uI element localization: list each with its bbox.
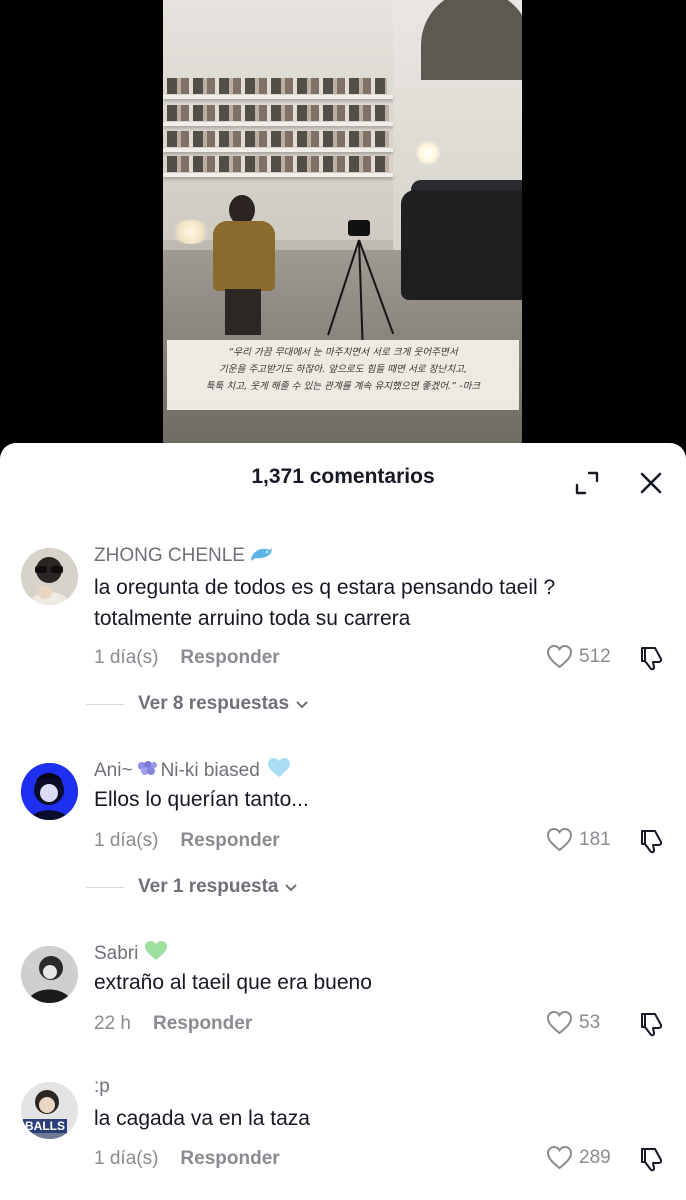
comments-header: 1,371 comentarios bbox=[0, 443, 686, 515]
like-count: 512 bbox=[579, 645, 611, 667]
video-caption: “우리 가끔 무대에서 눈 마주치면서 서로 크게 웃어주면서 기운을 주고받기… bbox=[167, 340, 519, 410]
dislike-icon[interactable] bbox=[637, 827, 665, 855]
comment-time: 1 día(s) bbox=[94, 830, 159, 851]
comment-time: 22 h bbox=[94, 1013, 131, 1034]
like-count: 181 bbox=[579, 828, 611, 850]
username-text[interactable]: ZHONG CHENLE bbox=[94, 545, 245, 566]
reply-button[interactable]: Responder bbox=[153, 1013, 252, 1034]
video-photo-frames bbox=[167, 131, 389, 147]
like-button[interactable]: 512 bbox=[546, 644, 611, 669]
username-text[interactable]: :p bbox=[94, 1076, 110, 1097]
video-sofa bbox=[401, 190, 522, 300]
close-icon[interactable] bbox=[638, 470, 664, 496]
video-tripod bbox=[327, 220, 395, 340]
like-count: 289 bbox=[579, 1146, 611, 1168]
comment-username[interactable]: Sabri bbox=[94, 940, 168, 967]
video-shelf bbox=[163, 122, 393, 126]
light-blue-heart-icon bbox=[267, 757, 291, 784]
chevron-down-icon bbox=[296, 701, 308, 709]
avatar-text: BALLS bbox=[23, 1119, 67, 1133]
grapes-icon bbox=[135, 759, 159, 785]
comment-text: Ellos lo querían tanto... bbox=[94, 788, 309, 811]
username-text[interactable]: Sabri bbox=[94, 943, 138, 964]
avatar[interactable] bbox=[21, 548, 78, 605]
replies-divider bbox=[86, 886, 124, 888]
avatar[interactable]: BALLS bbox=[21, 1082, 78, 1139]
chevron-down-icon bbox=[285, 884, 298, 892]
like-button[interactable]: 289 bbox=[546, 1145, 611, 1170]
reply-button[interactable]: Responder bbox=[180, 647, 279, 668]
heart-icon[interactable] bbox=[546, 827, 573, 852]
video-frame[interactable]: “우리 가끔 무대에서 눈 마주치면서 서로 크게 웃어주면서 기운을 주고받기… bbox=[163, 0, 522, 445]
comment-text: extraño al taeil que era bueno bbox=[94, 971, 372, 994]
green-heart-icon bbox=[144, 940, 168, 967]
dislike-icon[interactable] bbox=[637, 1010, 665, 1038]
heart-icon[interactable] bbox=[546, 1145, 573, 1170]
view-replies-label[interactable]: Ver 8 respuestas bbox=[138, 693, 289, 715]
video-shelf bbox=[163, 95, 393, 99]
comment-text: la oregunta de todos es q estara pensand… bbox=[94, 576, 556, 630]
comment-time: 1 día(s) bbox=[94, 647, 159, 668]
caption-line: “우리 가끔 무대에서 눈 마주치면서 서로 크게 웃어주면서 bbox=[228, 347, 458, 358]
video-archway bbox=[421, 0, 522, 80]
video-photo-frames bbox=[167, 156, 389, 172]
like-count: 53 bbox=[579, 1011, 601, 1033]
comments-sheet: 1,371 comentarios ZHONG CHENLE la oregun… bbox=[0, 443, 686, 1200]
view-replies-button[interactable]: Ver 1 respuesta bbox=[86, 876, 298, 898]
comment-time: 1 día(s) bbox=[94, 1148, 159, 1169]
expand-icon[interactable] bbox=[574, 470, 600, 496]
comment-username[interactable]: Ani~ Ni-ki biased bbox=[94, 757, 291, 785]
view-replies-button[interactable]: Ver 8 respuestas bbox=[86, 693, 309, 715]
comment-username[interactable]: ZHONG CHENLE bbox=[94, 545, 273, 569]
view-replies-label[interactable]: Ver 1 respuesta bbox=[138, 876, 278, 898]
heart-icon[interactable] bbox=[546, 1010, 573, 1035]
avatar[interactable] bbox=[21, 763, 78, 820]
username-text[interactable]: Ani~ bbox=[94, 760, 133, 781]
dislike-icon[interactable] bbox=[637, 644, 665, 672]
avatar-image bbox=[21, 946, 78, 1003]
comment-meta: 1 día(s) Responder bbox=[94, 830, 280, 852]
video-person bbox=[203, 195, 283, 335]
avatar-image bbox=[21, 548, 78, 605]
video-shelf bbox=[163, 173, 393, 177]
reply-button[interactable]: Responder bbox=[180, 830, 279, 851]
heart-icon[interactable] bbox=[546, 644, 573, 669]
video-photo-frames bbox=[167, 78, 387, 94]
replies-divider bbox=[86, 703, 124, 705]
like-button[interactable]: 181 bbox=[546, 827, 611, 852]
video-photo-frames bbox=[167, 105, 389, 121]
like-button[interactable]: 53 bbox=[546, 1010, 600, 1035]
avatar[interactable] bbox=[21, 946, 78, 1003]
comment-text: la cagada va en la taza bbox=[94, 1107, 310, 1130]
video-player[interactable]: “우리 가끔 무대에서 눈 마주치면서 서로 크게 웃어주면서 기운을 주고받기… bbox=[0, 0, 686, 460]
caption-line: 기운을 주고받기도 하잖아. 앞으로도 힘들 때면 서로 장난치고, bbox=[218, 364, 468, 375]
comment-username[interactable]: :p bbox=[94, 1076, 110, 1098]
username-suffix[interactable]: Ni-ki biased bbox=[161, 760, 260, 781]
video-lamp bbox=[415, 140, 441, 166]
reply-button[interactable]: Responder bbox=[180, 1148, 279, 1169]
comment-meta: 22 h Responder bbox=[94, 1013, 252, 1035]
caption-line: 툭툭 치고, 웃게 해줄 수 있는 관계를 계속 유지했으면 좋겠어.” -마크 bbox=[205, 381, 481, 392]
comment-meta: 1 día(s) Responder bbox=[94, 1148, 280, 1170]
dislike-icon[interactable] bbox=[637, 1145, 665, 1173]
dolphin-icon bbox=[249, 545, 273, 569]
video-shelf bbox=[163, 148, 393, 152]
comment-meta: 1 día(s) Responder bbox=[94, 647, 280, 669]
avatar-image bbox=[21, 763, 78, 820]
